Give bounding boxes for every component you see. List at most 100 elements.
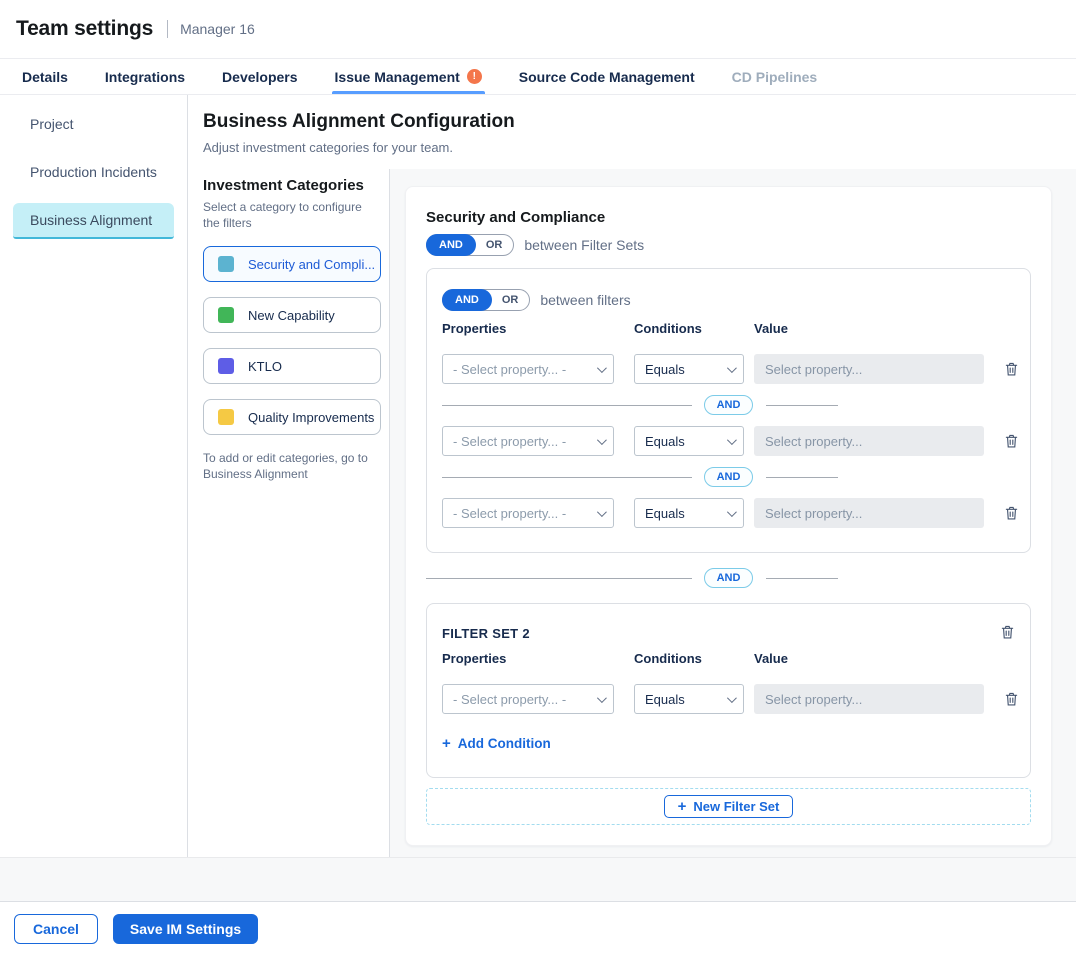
and-divider-between-sets: AND <box>426 565 1031 591</box>
operator-suffix: between filters <box>540 292 630 308</box>
trash-icon <box>1004 433 1019 449</box>
category-color-swatch <box>218 409 234 425</box>
property-select[interactable]: - Select property... - <box>442 426 614 456</box>
operator-suffix: between Filter Sets <box>524 237 644 253</box>
filter-set-2: FILTER SET 2 Properties Conditions Value <box>426 603 1031 778</box>
filters-operator-toggle[interactable]: AND OR <box>442 289 530 311</box>
filters-panel-area: Security and Compliance AND OR between F… <box>390 169 1076 857</box>
or-toggle[interactable]: OR <box>475 235 514 255</box>
and-pill: AND <box>704 467 754 487</box>
trash-icon <box>1000 624 1015 640</box>
save-im-settings-button[interactable]: Save IM Settings <box>113 914 258 944</box>
chevron-down-icon <box>727 693 737 703</box>
property-select[interactable]: - Select property... - <box>442 498 614 528</box>
team-settings-page: Team settings Manager 16 Details Integra… <box>0 0 1076 956</box>
tab-bar: Details Integrations Developers Issue Ma… <box>0 59 1076 95</box>
column-value: Value <box>754 321 1002 336</box>
category-config-card: Security and Compliance AND OR between F… <box>405 186 1052 846</box>
filter-set-2-title: FILTER SET 2 <box>442 624 530 641</box>
filter-row: - Select property... - Equals <box>442 426 1015 456</box>
trash-icon <box>1004 691 1019 707</box>
column-headers: Properties Conditions Value <box>442 321 1015 336</box>
tab-source-code-management[interactable]: Source Code Management <box>519 59 695 94</box>
chevron-down-icon <box>597 363 607 373</box>
condition-select[interactable]: Equals <box>634 426 744 456</box>
chevron-down-icon <box>727 363 737 373</box>
sidebar-item-business-alignment[interactable]: Business Alignment <box>13 203 174 239</box>
add-condition-button[interactable]: + Add Condition <box>442 736 551 751</box>
section-title: Business Alignment Configuration <box>203 111 1076 133</box>
chevron-down-icon <box>597 693 607 703</box>
content-footer-spacer <box>0 858 1076 901</box>
action-bar: Cancel Save IM Settings <box>0 901 1076 956</box>
and-toggle[interactable]: AND <box>442 289 492 311</box>
tab-cd-pipelines: CD Pipelines <box>732 59 818 94</box>
cancel-button[interactable]: Cancel <box>14 914 98 944</box>
chevron-down-icon <box>727 435 737 445</box>
column-properties: Properties <box>442 321 634 336</box>
column-conditions: Conditions <box>634 651 754 666</box>
delete-filter-set-button[interactable] <box>1000 624 1015 640</box>
value-input[interactable] <box>754 498 984 528</box>
investment-categories-panel: Investment Categories Select a category … <box>188 169 390 857</box>
and-toggle[interactable]: AND <box>426 234 476 256</box>
column-value: Value <box>754 651 1002 666</box>
categories-subtitle: Select a category to configure the filte… <box>203 199 377 231</box>
property-select[interactable]: - Select property... - <box>442 684 614 714</box>
tab-issue-management[interactable]: Issue Management ! <box>335 59 482 94</box>
delete-row-button[interactable] <box>1002 433 1019 449</box>
value-input[interactable] <box>754 426 984 456</box>
chevron-down-icon <box>727 507 737 517</box>
value-input[interactable] <box>754 684 984 714</box>
chevron-down-icon <box>597 435 607 445</box>
settings-sidebar: Project Production Incidents Business Al… <box>0 95 188 857</box>
sidebar-item-project[interactable]: Project <box>13 107 174 141</box>
content-area: Project Production Incidents Business Al… <box>0 95 1076 858</box>
page-header: Team settings Manager 16 <box>0 0 1076 59</box>
property-select[interactable]: - Select property... - <box>442 354 614 384</box>
condition-select[interactable]: Equals <box>634 498 744 528</box>
filter-set-1: AND OR between filters Properties Condit… <box>426 268 1031 553</box>
page-subtitle: Manager 16 <box>180 21 255 37</box>
value-input[interactable] <box>754 354 984 384</box>
filter-row: - Select property... - Equals <box>442 498 1015 528</box>
main-section: Business Alignment Configuration Adjust … <box>188 95 1076 857</box>
column-properties: Properties <box>442 651 634 666</box>
tab-integrations[interactable]: Integrations <box>105 59 185 94</box>
delete-row-button[interactable] <box>1002 505 1019 521</box>
tab-developers[interactable]: Developers <box>222 59 297 94</box>
chevron-down-icon <box>597 507 607 517</box>
section-header: Business Alignment Configuration Adjust … <box>188 95 1076 169</box>
filter-sets-operator-toggle[interactable]: AND OR <box>426 234 514 256</box>
and-divider: AND <box>442 464 1015 490</box>
filter-row: - Select property... - Equals <box>442 354 1015 384</box>
plus-icon: + <box>678 799 687 814</box>
filter-row: - Select property... - Equals <box>442 684 1015 714</box>
delete-row-button[interactable] <box>1002 361 1019 377</box>
config-card-title: Security and Compliance <box>426 209 1031 226</box>
sidebar-item-production-incidents[interactable]: Production Incidents <box>13 155 174 189</box>
category-new-capability[interactable]: New Capability <box>203 297 381 333</box>
category-quality-improvements[interactable]: Quality Improvements <box>203 399 381 435</box>
and-pill: AND <box>704 568 754 588</box>
and-divider: AND <box>442 392 1015 418</box>
category-color-swatch <box>218 358 234 374</box>
or-toggle[interactable]: OR <box>491 290 530 310</box>
categories-footnote: To add or edit categories, go to Busines… <box>203 450 377 482</box>
category-ktlo[interactable]: KTLO <box>203 348 381 384</box>
and-pill: AND <box>704 395 754 415</box>
category-security-and-compliance[interactable]: Security and Compli... <box>203 246 381 282</box>
page-title: Team settings <box>16 17 153 41</box>
condition-select[interactable]: Equals <box>634 684 744 714</box>
trash-icon <box>1004 505 1019 521</box>
categories-title: Investment Categories <box>203 177 377 194</box>
new-filter-set-button[interactable]: + New Filter Set <box>664 795 794 818</box>
trash-icon <box>1004 361 1019 377</box>
plus-icon: + <box>442 736 451 751</box>
column-headers: Properties Conditions Value <box>442 651 1015 666</box>
condition-select[interactable]: Equals <box>634 354 744 384</box>
delete-row-button[interactable] <box>1002 691 1019 707</box>
column-conditions: Conditions <box>634 321 754 336</box>
new-filter-set-dropzone: + New Filter Set <box>426 788 1031 825</box>
tab-details[interactable]: Details <box>22 59 68 94</box>
